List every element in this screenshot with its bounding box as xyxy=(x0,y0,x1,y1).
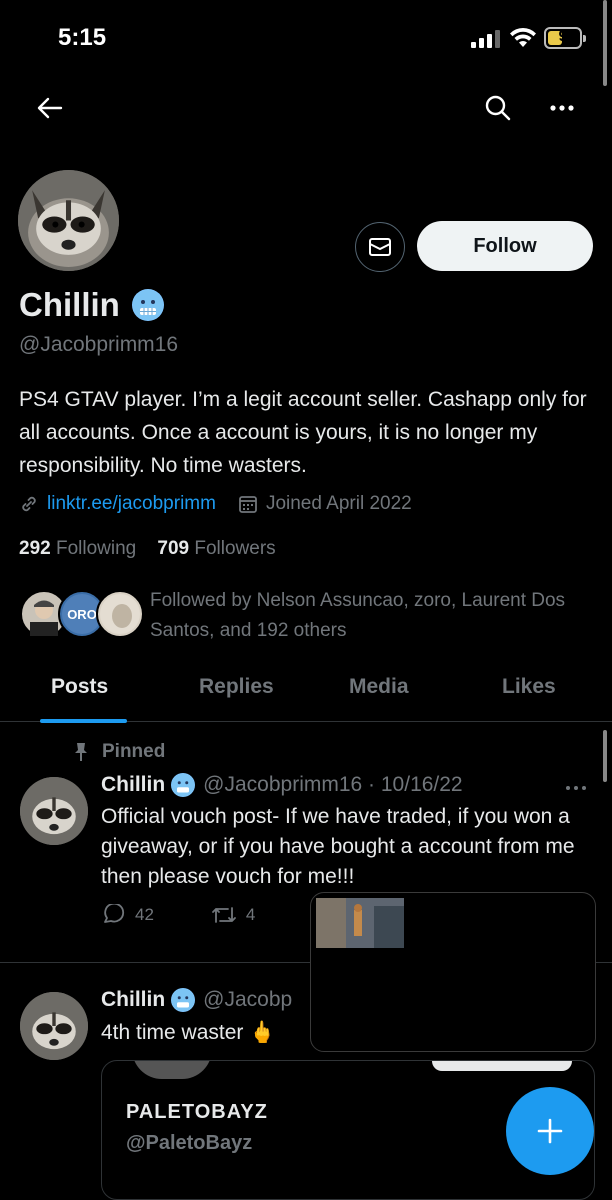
following-link[interactable]: 292 Following xyxy=(19,538,136,559)
following-count: 292 xyxy=(19,538,51,559)
followers-count: 709 xyxy=(157,538,190,559)
pin-icon xyxy=(75,743,87,761)
profile-bio: PS4 GTAV player. I’m a legit account sel… xyxy=(19,388,587,477)
envelope-icon xyxy=(369,238,391,256)
raccoon-avatar-image xyxy=(18,170,119,271)
post-handle-date: @Jacobprimm16 · 10/16/22 xyxy=(203,773,463,796)
repost-icon xyxy=(212,907,236,923)
profile-name-row: Chillin xyxy=(19,286,164,324)
followed-by-text[interactable]: Followed by Nelson Assuncao, zoro, Laure… xyxy=(150,586,600,646)
signal-icon xyxy=(471,30,500,48)
followers-label: Followers xyxy=(194,538,276,559)
wifi-icon xyxy=(510,27,536,47)
scrollbar[interactable] xyxy=(603,0,607,86)
cold-face-emoji-icon xyxy=(131,289,164,321)
repost-count: 4 xyxy=(245,905,256,924)
battery-level: 9 xyxy=(558,28,568,45)
profile-tabs: Posts Replies Media Likes xyxy=(0,670,612,723)
post-handle-date: @Jacobp xyxy=(203,988,293,1011)
tab-likes[interactable]: Likes xyxy=(502,675,556,699)
more-options-button[interactable] xyxy=(542,88,582,128)
profile-meta: linktr.ee/jacobprimm Joined April 2022 xyxy=(19,493,412,515)
pinned-label: Pinned xyxy=(102,741,166,762)
tab-replies[interactable]: Replies xyxy=(199,675,274,699)
follow-stats: 292 Following 709 Followers xyxy=(19,538,276,560)
link-icon xyxy=(22,496,36,512)
raccoon-avatar-image xyxy=(20,992,88,1060)
post-actions: 42 4 xyxy=(101,904,255,926)
reply-button[interactable]: 42 xyxy=(101,904,154,926)
repost-button[interactable]: 4 xyxy=(210,904,255,926)
profile-handle: @Jacobprimm16 xyxy=(19,333,179,356)
joined-date: Joined April 2022 xyxy=(265,493,412,514)
profile-name: Chillin xyxy=(19,286,120,323)
quoted-handle: @PaletoBayz xyxy=(126,1132,253,1154)
following-label: Following xyxy=(55,538,137,559)
arrow-left-icon xyxy=(37,97,63,119)
search-icon xyxy=(485,95,511,121)
status-time: 5:15 xyxy=(58,24,107,51)
compose-post-button[interactable] xyxy=(506,1087,594,1175)
quoted-follow-button[interactable] xyxy=(432,1061,572,1071)
back-button[interactable] xyxy=(28,88,72,128)
cold-face-emoji-icon xyxy=(171,988,196,1012)
picture-in-picture-video[interactable] xyxy=(310,892,596,1052)
calendar-icon xyxy=(239,496,257,513)
followers-link[interactable]: 709 Followers xyxy=(157,538,275,559)
profile-link[interactable]: linktr.ee/jacobprimm xyxy=(47,493,216,515)
battery-icon: 9 xyxy=(544,27,586,49)
post-more-button[interactable] xyxy=(565,778,587,796)
active-tab-indicator xyxy=(40,719,127,723)
follower-avatar xyxy=(96,590,144,638)
status-bar: 5:15 9 xyxy=(0,0,612,80)
follow-button[interactable]: Follow xyxy=(417,221,593,271)
post-author-avatar[interactable] xyxy=(20,777,88,845)
cold-face-emoji-icon xyxy=(171,773,196,797)
post-author-avatar[interactable] xyxy=(20,992,88,1060)
plus-icon xyxy=(537,1118,563,1144)
tab-posts[interactable]: Posts xyxy=(51,675,108,699)
post-text: Official vouch post- If we have traded, … xyxy=(101,805,575,888)
post-author-name[interactable]: Chillin xyxy=(101,988,165,1012)
svg-text:ORO: ORO xyxy=(67,607,97,622)
message-button[interactable] xyxy=(355,222,405,272)
search-button[interactable] xyxy=(478,88,518,128)
post-author-name[interactable]: Chillin xyxy=(101,773,165,797)
video-thumbnail xyxy=(316,898,404,948)
scrollbar[interactable] xyxy=(603,730,607,782)
reply-count: 42 xyxy=(135,905,154,924)
quoted-avatar xyxy=(132,1061,212,1079)
post-header: Chillin @Jacobp xyxy=(101,988,292,1012)
pinned-label-row: Pinned xyxy=(72,741,165,763)
reply-icon xyxy=(104,904,125,923)
quoted-name: PALETOBAYZ xyxy=(126,1101,268,1123)
raccoon-avatar-image xyxy=(20,777,88,845)
tab-media[interactable]: Media xyxy=(349,675,409,699)
more-horizontal-icon xyxy=(566,786,586,790)
profile-avatar[interactable] xyxy=(18,170,119,271)
more-horizontal-icon xyxy=(550,105,574,111)
post-header: Chillin @Jacobprimm16 · 10/16/22 xyxy=(101,773,463,797)
